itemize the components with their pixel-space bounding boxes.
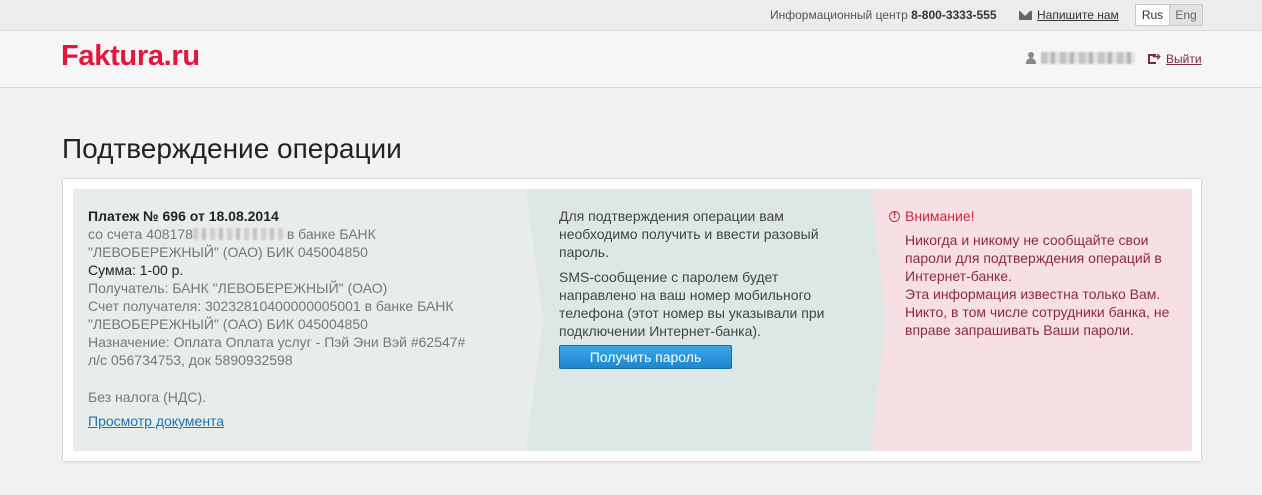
payment-recipient: Получатель: БАНК "ЛЕВОБЕРЕЖНЫЙ" (ОАО) [88,280,388,296]
top-bar: Информационный центр 8-800-3333-555 Напи… [0,0,1262,31]
payment-account-prefix: со счета 408178 [88,226,193,242]
sms-text-1: Для подтверждения операции вам необходим… [559,208,819,260]
warning-title: Внимание! [905,208,975,224]
language-switcher: Rus Eng [1135,4,1203,26]
payment-details: Платеж № 696 от 18.08.2014 со счета 4081… [88,207,468,430]
warning-heading: ! Внимание! [889,207,1179,225]
steps-container: Платеж № 696 от 18.08.2014 со счета 4081… [73,189,1192,451]
confirmation-card: Платеж № 696 от 18.08.2014 со счета 4081… [62,178,1202,462]
user-icon [1026,52,1036,64]
warning-text-2: Эта информация известна только Вам. Никт… [905,286,1170,338]
warning: ! Внимание! Никогда и никому не сообщайт… [889,207,1179,339]
payment-amount: Сумма: 1-00 р. [88,262,184,278]
logout-link[interactable]: Выйти [1148,50,1202,66]
logout-label[interactable]: Выйти [1166,52,1202,66]
warning-text-1: Никогда и никому не сообщайте свои парол… [905,232,1162,284]
view-document-link[interactable]: Просмотр документа [88,412,224,430]
page-title: Подтверждение операции [62,133,402,164]
logout-icon [1148,50,1162,65]
get-password-button[interactable]: Получить пароль [559,345,732,369]
lang-rus-button[interactable]: Rus [1136,5,1169,25]
payment-heading: Платеж № 696 от 18.08.2014 [88,208,279,224]
write-us-link[interactable]: Напишите нам [1019,8,1119,22]
envelope-icon [1019,10,1032,20]
write-us-label[interactable]: Напишите нам [1037,8,1119,22]
info-center-label: Информационный центр [770,8,908,22]
warning-icon: ! [889,210,900,222]
sms-text-2: SMS-сообщение с паролем будет направлено… [559,269,825,339]
username-redacted [1041,52,1135,64]
warning-panel: ! Внимание! Никогда и никому не сообщайт… [869,189,1192,451]
account-number-redacted [192,228,283,240]
payment-purpose: Назначение: Оплата Оплата услуг - Пэй Эн… [88,334,466,368]
warning-body: Никогда и никому не сообщайте свои парол… [905,231,1179,339]
info-center-phone: 8-800-3333-555 [911,8,997,22]
payment-recipient-account: Счет получателя: 30232810400000005001 в … [88,298,454,332]
sms-panel: Для подтверждения операции вам необходим… [526,189,886,451]
payment-tax: Без налога (НДС). [88,389,206,405]
user-info [1026,52,1135,64]
sms-instructions: Для подтверждения операции вам необходим… [559,207,839,340]
lang-eng-button[interactable]: Eng [1169,5,1202,25]
info-center: Информационный центр 8-800-3333-555 [770,8,997,22]
payment-account: со счета 408178 в банке БАНК "ЛЕВОБЕРЕЖН… [88,225,468,261]
header: Faktura.ru Выйти [0,31,1262,88]
payment-details-panel: Платеж № 696 от 18.08.2014 со счета 4081… [73,189,543,451]
logo[interactable]: Faktura.ru [61,40,200,73]
